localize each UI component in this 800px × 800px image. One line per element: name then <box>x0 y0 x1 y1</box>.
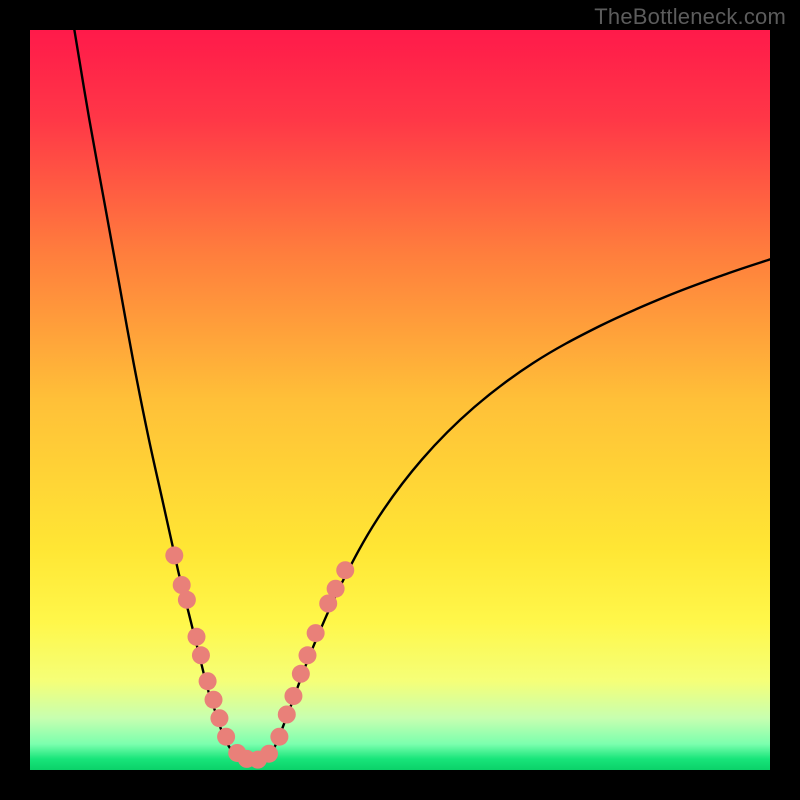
highlight-dot <box>299 646 317 664</box>
highlight-dots <box>165 546 354 768</box>
highlight-dot <box>278 706 296 724</box>
watermark-text: TheBottleneck.com <box>594 4 786 30</box>
curve-layer <box>30 30 770 770</box>
highlight-dot <box>165 546 183 564</box>
bottleneck-curve <box>74 30 770 762</box>
plot-area <box>30 30 770 770</box>
highlight-dot <box>284 687 302 705</box>
highlight-dot <box>260 745 278 763</box>
highlight-dot <box>188 628 206 646</box>
highlight-dot <box>217 728 235 746</box>
highlight-dot <box>307 624 325 642</box>
highlight-dot <box>205 691 223 709</box>
highlight-dot <box>292 665 310 683</box>
highlight-dot <box>336 561 354 579</box>
highlight-dot <box>210 709 228 727</box>
highlight-dot <box>192 646 210 664</box>
highlight-dot <box>199 672 217 690</box>
chart-frame: TheBottleneck.com <box>0 0 800 800</box>
highlight-dot <box>327 580 345 598</box>
highlight-dot <box>178 591 196 609</box>
highlight-dot <box>270 728 288 746</box>
